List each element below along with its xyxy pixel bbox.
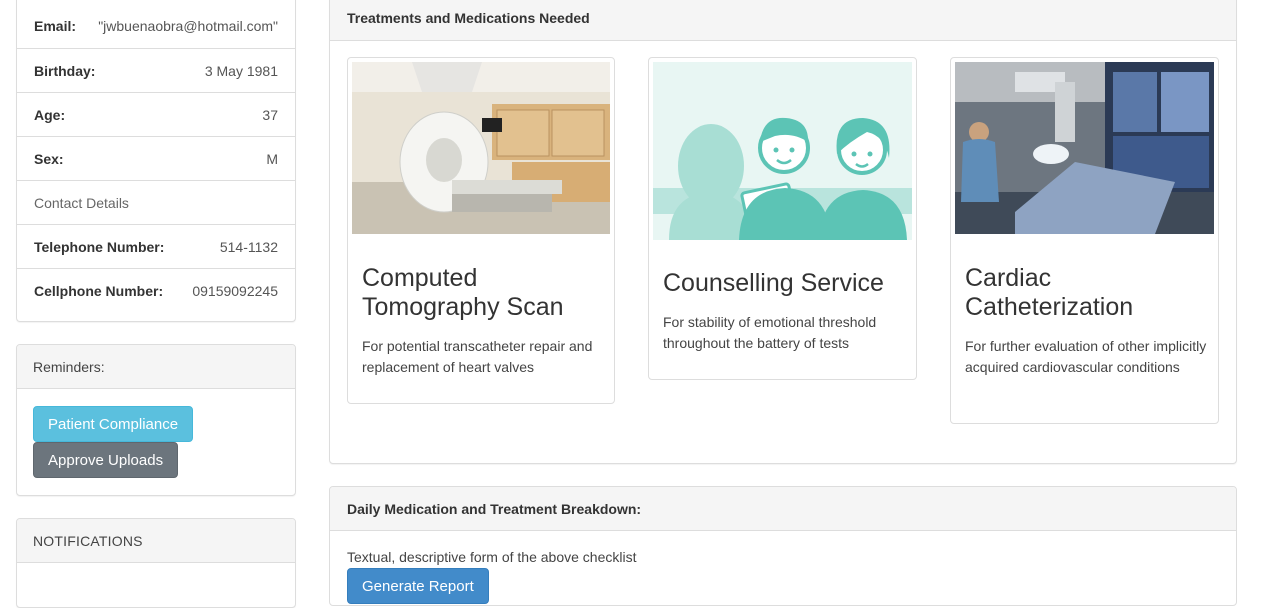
birthday-value: 3 May 1981 (204, 62, 278, 79)
treatments-heading: Treatments and Medications Needed (330, 0, 1236, 41)
breakdown-description: Textual, descriptive form of the above c… (347, 549, 637, 565)
email-value: "jwbuenaobra@hotmail.com" (98, 18, 278, 34)
notifications-panel: NOTIFICATIONS (16, 518, 296, 608)
treatment-card-ct-scan[interactable]: Computed Tomography Scan For potential t… (347, 57, 615, 404)
email-label: Email: (34, 18, 77, 34)
treatments-panel: Treatments and Medications Needed Comput… (329, 0, 1237, 464)
reminders-panel: Reminders: Patient Compliance Approve Up… (16, 344, 296, 496)
approve-uploads-button[interactable]: Approve Uploads (33, 442, 179, 478)
cath-lab-image (955, 62, 1214, 234)
breakdown-heading: Daily Medication and Treatment Breakdown… (330, 487, 1236, 531)
breakdown-panel: Daily Medication and Treatment Breakdown… (329, 486, 1237, 606)
age-row: Age: 37 (17, 92, 295, 136)
patient-compliance-button[interactable]: Patient Compliance (33, 406, 194, 442)
age-value: 37 (262, 106, 278, 123)
contact-details-heading-row: Contact Details (17, 180, 295, 224)
contact-details-heading: Contact Details (34, 194, 129, 211)
cardiac-cath-description: For further evaluation of other implicit… (965, 338, 1207, 375)
sex-label: Sex: (34, 150, 64, 167)
birthday-row: Birthday: 3 May 1981 (17, 48, 295, 92)
email-row: Email: "jwbuenaobra@hotmail.com" (17, 4, 295, 48)
cellphone-label: Cellphone Number: (34, 282, 164, 299)
treatment-card-cardiac-cath[interactable]: Cardiac Catheterization For further eval… (950, 57, 1219, 424)
counselling-description: For stability of emotional threshold thr… (663, 314, 877, 351)
telephone-row: Telephone Number: 514-1132 (17, 224, 295, 268)
birthday-label: Birthday: (34, 62, 96, 79)
cellphone-row: Cellphone Number: 09159092245 (17, 268, 295, 312)
telephone-value: 514-1132 (219, 238, 278, 255)
notifications-heading: NOTIFICATIONS (17, 519, 295, 563)
ct-scanner-room-image (352, 62, 610, 234)
cellphone-value: 09159092245 (192, 282, 278, 299)
age-label: Age: (34, 106, 66, 123)
treatment-card-counselling[interactable]: Counselling Service For stability of emo… (648, 57, 917, 380)
counselling-illustration (653, 62, 912, 240)
cardiac-cath-title: Cardiac Catheterization (965, 264, 1134, 321)
generate-report-button[interactable]: Generate Report (347, 568, 489, 604)
ct-scan-description: For potential transcatheter repair and r… (362, 338, 593, 375)
reminders-heading: Reminders: (17, 345, 295, 389)
telephone-label: Telephone Number: (34, 238, 165, 255)
sex-row: Sex: M (17, 136, 295, 180)
patient-info-panel: Email: "jwbuenaobra@hotmail.com" Birthda… (16, 0, 296, 322)
sex-value: M (266, 150, 278, 167)
counselling-title: Counselling Service (663, 269, 884, 297)
ct-scan-title: Computed Tomography Scan (362, 264, 564, 321)
